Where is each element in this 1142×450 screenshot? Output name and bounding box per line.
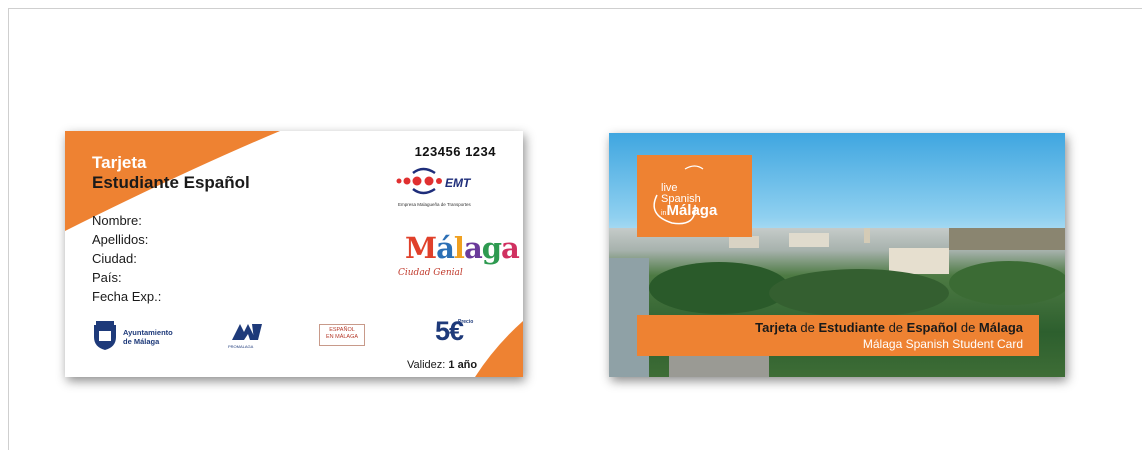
emt-subtitle: Empresa Malagueña de Transportes <box>398 202 471 207</box>
banner-w4: de <box>884 320 907 335</box>
banner-english-title: Málaga Spanish Student Card <box>862 337 1023 351</box>
promalaga-logo-icon <box>232 324 262 340</box>
banner-w1: Tarjeta <box>755 320 797 335</box>
field-nombre: Nombre: <box>92 213 142 228</box>
ayuntamiento-shield-icon <box>94 321 116 350</box>
card-banner: Tarjeta de Estudiante de Español de Mála… <box>637 315 1039 356</box>
price: 5€ <box>435 316 464 346</box>
student-card-front: Tarjeta Estudiante Español 123456 1234 N… <box>65 131 523 377</box>
malaga-logo: Málaga <box>405 231 520 265</box>
banner-w7: Málaga <box>978 320 1023 335</box>
malaga-logo-tagline: Ciudad Genial <box>398 268 463 278</box>
espanol-en-malaga-logo: ESPAÑOL EN MÁLAGA <box>319 324 365 346</box>
live-spanish-logo-text: live Spanish inMálaga <box>661 183 717 219</box>
field-pais: País: <box>92 270 122 285</box>
banner-w5: Español <box>906 320 958 335</box>
validity-value: 1 año <box>448 359 478 371</box>
banner-w3: Estudiante <box>818 320 885 335</box>
promalaga-text: PROMALAGA <box>228 344 254 349</box>
card-title-line2: Estudiante Español <box>92 173 250 192</box>
field-ciudad: Ciudad: <box>92 251 137 266</box>
field-apellidos: Apellidos: <box>92 232 149 247</box>
logo-malaga: Málaga <box>666 202 718 219</box>
banner-w2: de <box>796 320 819 335</box>
malaga-logo-word: Málaga <box>405 231 520 265</box>
validity: Validez: 1 año <box>407 359 477 371</box>
validity-label: Validez: <box>407 359 446 371</box>
card-fields: Nombre: Apellidos: Ciudad: País: Fecha E… <box>92 211 161 306</box>
card-number: 123456 1234 <box>414 144 496 159</box>
field-fecha-exp: Fecha Exp.: <box>92 289 162 304</box>
emt-name: EMT <box>445 176 471 190</box>
student-card-back: live Spanish inMálaga Tarjeta de Estudia… <box>609 133 1065 377</box>
banner-w6: de <box>957 320 979 335</box>
ayuntamiento-line1: Ayuntamiento <box>123 328 173 337</box>
card-title-line1: Tarjeta <box>92 153 147 172</box>
ayuntamiento-line2: de Málaga <box>123 337 160 346</box>
ayuntamiento-text: Ayuntamiento de Málaga <box>123 328 173 346</box>
banner-spanish-title: Tarjeta de Estudiante de Español de Mála… <box>755 320 1023 335</box>
espanol-logo-line2: EN MÁLAGA <box>325 333 359 340</box>
